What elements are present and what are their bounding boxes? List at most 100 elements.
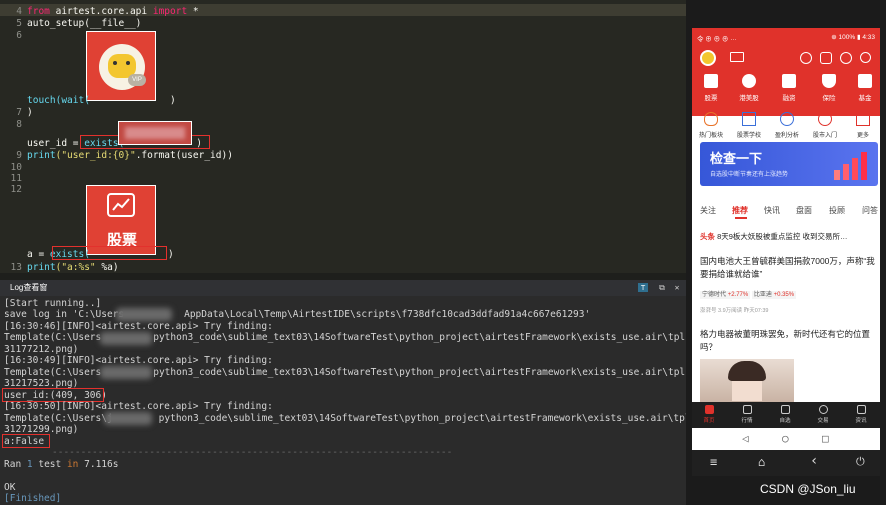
nav-trade[interactable]: 交易 [808, 405, 838, 424]
line-number: 9 [16, 150, 22, 161]
highlight-box-user-id [2, 388, 104, 402]
device-home-icon[interactable]: ⌂ [758, 455, 765, 469]
stock-tile-icon[interactable] [704, 74, 718, 88]
tab-flash[interactable]: 快讯 [764, 205, 780, 216]
tab-qa[interactable]: 问答 [862, 205, 878, 216]
line-number: 5 [16, 18, 22, 29]
highlight-box-result [2, 434, 50, 448]
close-icon[interactable]: ✕ [672, 283, 682, 292]
log-line-ok: OK [4, 482, 16, 493]
device-screen[interactable]: 令 ⊕ ⊕ ⊕ ··· ⊕ 100% ▮ 4:33 股票 港美股 融资 保险 基… [692, 28, 880, 476]
fund-tile-icon[interactable] [858, 74, 872, 88]
user-avatar[interactable] [700, 50, 716, 66]
log-line: [16:30:50][INFO]<airtest.core.api> Try f… [4, 401, 273, 412]
news-item-title[interactable]: 国内电池大王曾毓群美国捐款7000万，声称“我要捐给谁就给谁” [700, 255, 876, 281]
shortcut-label: 热门板块 [698, 133, 723, 139]
tab-follow[interactable]: 关注 [700, 205, 716, 216]
tile-label: 股票 [704, 95, 718, 102]
promo-banner[interactable]: 检查一下 自选股中断节奏还有上涨趋势 [700, 142, 878, 186]
code-line-print-user-id: print("user_id:{0}".format(user_id)) [27, 150, 233, 161]
line-number: 8 [16, 119, 22, 130]
nav-watchlist[interactable]: 自选 [770, 405, 800, 424]
gift-icon[interactable] [820, 52, 832, 64]
tab-indicator [735, 217, 747, 219]
shortcut-label: 股市入门 [812, 133, 837, 139]
template-image-vip[interactable]: VIP [86, 31, 156, 101]
device-control-bar: ≡ ⌂ ‹ ⏻ [692, 450, 880, 476]
recents-icon[interactable]: □ [822, 432, 829, 445]
coin-icon[interactable] [800, 52, 812, 64]
float-window-icon[interactable]: ⧉ [657, 283, 667, 292]
line-number: 10 [10, 162, 22, 173]
log-line: [16:30:49][INFO]<airtest.core.api> Try f… [4, 355, 273, 366]
line-number: 6 [16, 30, 22, 41]
stock-quote-tags: 宁德时代 +2.77% 比亚迪 +0.35% [700, 291, 797, 299]
tab-market[interactable]: 盘面 [796, 205, 812, 216]
device-back-icon[interactable]: ‹ [810, 453, 818, 469]
beginner-icon[interactable] [818, 112, 832, 126]
log-panel-titlebar: Log查看窗 ⊤ ⧉ ✕ [0, 280, 686, 296]
news-item-title[interactable]: 格力电器被董明珠罢免，新时代还有它的位置吗？ [700, 328, 876, 354]
nav-news[interactable]: 资讯 [846, 405, 876, 424]
analysis-icon[interactable] [780, 112, 794, 126]
more-icon[interactable] [856, 112, 870, 126]
line-number: 12 [10, 184, 22, 195]
news-meta: 澎湃号 3.9万阅读 昨天07:39 [700, 308, 769, 314]
banner-title: 检查一下 [710, 151, 763, 166]
line-number: 13 [10, 262, 22, 273]
highlight-box-exists-a [52, 246, 167, 260]
financing-tile-icon[interactable] [782, 74, 796, 88]
log-line: 31177212.png) [4, 344, 79, 355]
log-line: [Start running..] [4, 298, 102, 309]
line-number: 11 [10, 173, 22, 184]
power-icon[interactable]: ⏻ [856, 455, 865, 469]
csdn-watermark: CSDN @JSon_liu [760, 482, 856, 496]
code-line-import: from airtest.core.api import * [27, 6, 199, 17]
status-bar-left: 令 ⊕ ⊕ ⊕ ··· [697, 36, 737, 43]
filter-icon[interactable]: ⊤ [638, 283, 648, 292]
log-line-finished: [Finished] [4, 493, 62, 504]
tab-recommend[interactable]: 推荐 [732, 205, 748, 216]
nav-quotes[interactable]: 行情 [732, 405, 762, 424]
home-icon[interactable]: ○ [782, 432, 789, 445]
banner-subtitle: 自选股中断节奏还有上涨趋势 [710, 172, 789, 178]
splitter[interactable] [0, 273, 686, 280]
log-output[interactable]: [Start running..] save log in 'C:\Users A… [0, 296, 686, 505]
log-panel-title: Log查看窗 [10, 283, 48, 292]
shortcut-label: 更多 [856, 133, 869, 139]
redaction-blur [100, 366, 152, 379]
news-thumbnail[interactable] [700, 359, 794, 402]
menu-icon[interactable]: ≡ [710, 455, 717, 469]
mail-icon[interactable] [730, 52, 744, 62]
school-icon[interactable] [742, 112, 756, 126]
insurance-tile-icon[interactable] [822, 74, 836, 88]
tab-advisor[interactable]: 投顾 [829, 205, 845, 216]
log-separator: ----------------------------------------… [52, 447, 453, 458]
shortcut-label: 盈利分析 [774, 133, 799, 139]
line-number: 4 [16, 6, 22, 17]
code-line-print-a: print("a:%s" %a) [27, 262, 119, 273]
tile-label: 保险 [822, 95, 836, 102]
app-header: 令 ⊕ ⊕ ⊕ ··· ⊕ 100% ▮ 4:33 股票 港美股 融资 保险 基… [692, 28, 880, 116]
code-line-setup: auto_setup(__file__) [27, 18, 142, 29]
hk-us-stock-tile-icon[interactable] [742, 74, 756, 88]
flame-icon[interactable] [704, 112, 718, 126]
android-nav-bar: ◁ ○ □ [692, 428, 880, 450]
cloud-icon[interactable] [840, 52, 852, 64]
cow-avatar-icon: VIP [99, 44, 146, 90]
back-icon[interactable]: ◁ [742, 432, 749, 445]
headline-row[interactable]: 头条 8天9板大妖股被重点监控 收到交易所… [700, 231, 848, 242]
code-line-touch: touch(wait() [27, 95, 176, 106]
search-icon[interactable] [860, 52, 871, 63]
log-line-summary: Ran 1 test in 7.116s [4, 459, 119, 470]
redaction-blur [104, 412, 152, 425]
redaction-blur [116, 308, 172, 321]
nav-home[interactable]: 首页 [694, 405, 724, 424]
shortcut-label: 股票学校 [736, 133, 761, 139]
line-number: 7 [16, 107, 22, 118]
code-editor[interactable]: 4 5 6 7 8 9 10 11 12 13 from airtest.cor… [0, 0, 686, 273]
template-image-redacted[interactable] [118, 121, 192, 145]
tile-label: 港美股 [739, 95, 759, 102]
template-image-stock[interactable]: 股票 [86, 185, 156, 255]
app-bottom-nav: 首页 行情 自选 交易 资讯 [692, 402, 880, 428]
